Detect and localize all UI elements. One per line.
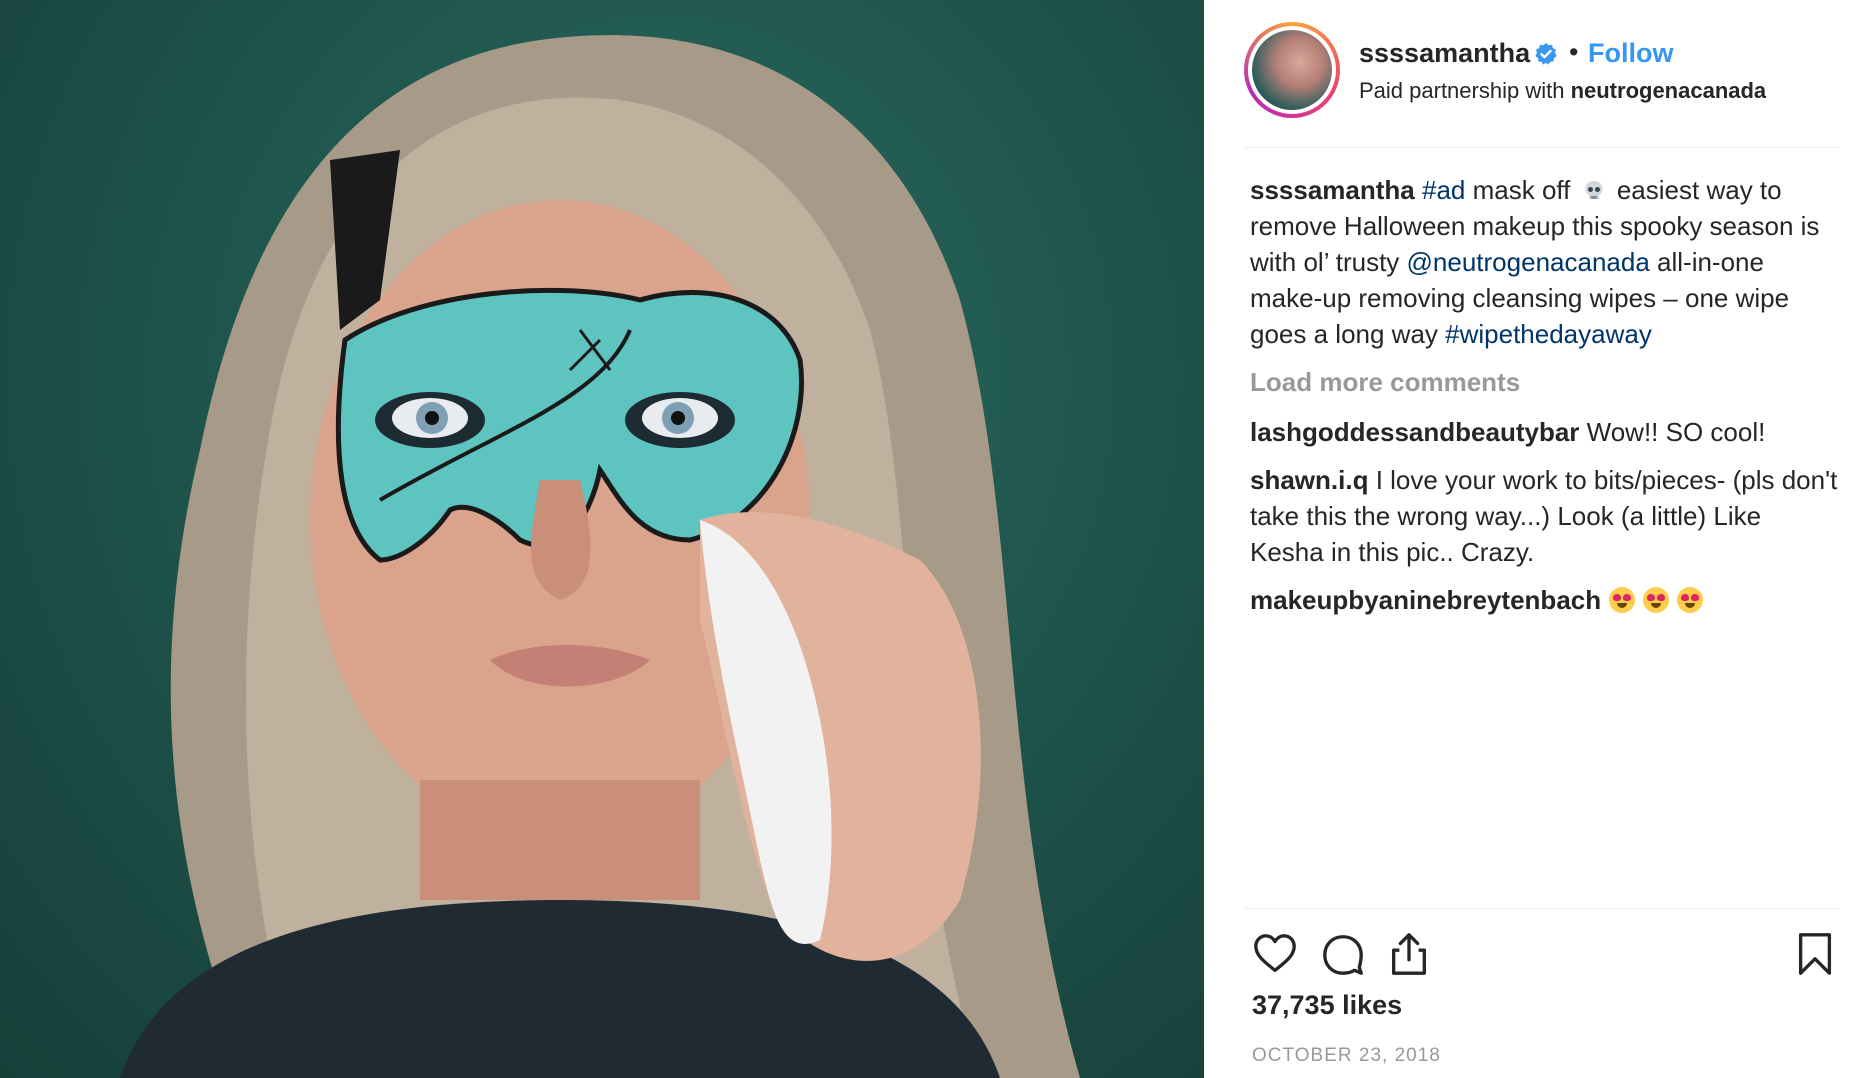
comment-icon[interactable]	[1320, 931, 1366, 977]
header-username[interactable]: ssssamantha	[1359, 38, 1530, 69]
post-details-panel: ssssamantha • Follow Paid partnership wi…	[1204, 0, 1860, 1078]
hashtag-link[interactable]: #wipethedayaway	[1445, 319, 1652, 349]
caption-text: mask off	[1465, 175, 1578, 205]
skull-emoji-icon	[1585, 181, 1603, 199]
heart-eyes-emoji-icon	[1609, 587, 1636, 613]
post-caption: ssssamantha #ad mask off easiest way to …	[1250, 172, 1840, 352]
heart-eyes-emoji-icon	[1643, 587, 1670, 613]
mention-link[interactable]: @neutrogenacanada	[1407, 247, 1650, 277]
partnership-prefix: Paid partnership with	[1359, 78, 1571, 103]
comment-item: lashgoddessandbeautybar Wow!! SO cool!	[1250, 414, 1840, 450]
likes-count[interactable]: 37,735 likes	[1252, 990, 1402, 1021]
partner-link[interactable]: neutrogenacanada	[1571, 78, 1767, 103]
post-photo-illustration	[120, 35, 1080, 1078]
hashtag-link[interactable]: #ad	[1422, 175, 1465, 205]
post-image[interactable]	[0, 0, 1204, 1078]
comment-username[interactable]: makeupbyaninebreytenbach	[1250, 585, 1601, 615]
post-header: ssssamantha • Follow Paid partnership wi…	[1244, 20, 1840, 148]
caption-username[interactable]: ssssamantha	[1250, 175, 1415, 205]
avatar-image	[1252, 30, 1332, 110]
comment-username[interactable]: shawn.i.q	[1250, 465, 1368, 495]
action-bar	[1244, 908, 1840, 988]
comment-username[interactable]: lashgoddessandbeautybar	[1250, 417, 1579, 447]
post-date[interactable]: OCTOBER 23, 2018	[1252, 1045, 1441, 1067]
paid-partnership-label: Paid partnership with neutrogenacanada	[1359, 78, 1766, 104]
comment-item: shawn.i.q I love your work to bits/piece…	[1250, 462, 1840, 570]
heart-eyes-emoji-icon	[1677, 587, 1704, 613]
header-separator: •	[1569, 37, 1579, 67]
share-icon[interactable]	[1386, 931, 1432, 977]
load-more-comments-button[interactable]: Load more comments	[1250, 364, 1840, 400]
comment-item: makeupbyaninebreytenbach	[1250, 582, 1840, 618]
comment-text: Wow!! SO cool!	[1579, 417, 1766, 447]
heart-icon[interactable]	[1252, 931, 1298, 977]
bookmark-icon[interactable]	[1792, 931, 1838, 977]
comments-section: ssssamantha #ad mask off easiest way to …	[1250, 172, 1840, 630]
verified-badge-icon	[1535, 43, 1557, 65]
follow-button[interactable]: Follow	[1588, 38, 1673, 69]
avatar[interactable]	[1244, 22, 1340, 118]
